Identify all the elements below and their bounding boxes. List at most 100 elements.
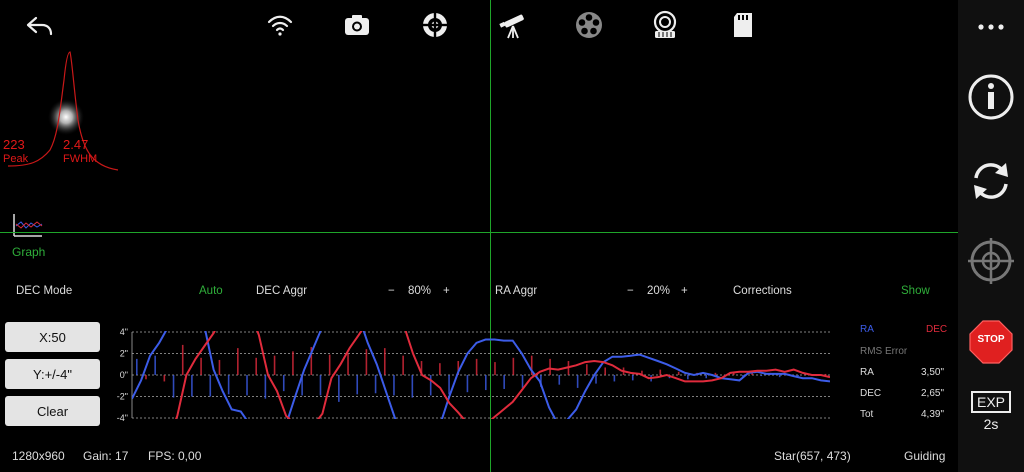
correction-bar	[154, 355, 156, 375]
correction-bar	[576, 375, 579, 388]
resolution-text: 1280x960	[12, 449, 65, 463]
peak-label: Peak	[3, 153, 29, 165]
status-bar: 1280x960 Gain: 17 FPS: 0,00 Star(657, 47…	[0, 446, 958, 468]
correction-bar	[466, 375, 469, 393]
fwhm-value: 2.47	[63, 137, 89, 152]
guide-graph-svg: 4" 2" 0" -2" -4"	[117, 327, 830, 423]
graph-y-tick: -2"	[117, 392, 128, 402]
guider-button[interactable]	[418, 8, 452, 42]
dec-aggr-increase-button[interactable]: +	[443, 285, 450, 297]
dec-mode-value[interactable]: Auto	[199, 285, 223, 297]
fps-text: FPS: 0,00	[148, 449, 202, 463]
correction-bar	[824, 373, 827, 375]
filter-wheel-icon	[576, 12, 602, 38]
graph-y-tick: -4"	[117, 413, 128, 423]
correction-bar	[512, 357, 515, 375]
correction-bar	[475, 358, 478, 375]
correction-bar	[494, 362, 496, 375]
graph-y-tick: 2"	[120, 349, 128, 359]
stop-label: STOP	[977, 334, 1005, 345]
correction-bar	[558, 375, 561, 385]
correction-bar	[549, 358, 551, 375]
correction-bar	[677, 371, 680, 375]
ra-legend: RA	[860, 324, 874, 335]
camera-button[interactable]	[340, 8, 374, 42]
gain-text: Gain: 17	[83, 449, 129, 463]
stop-button[interactable]: STOP	[966, 318, 1016, 366]
graph-y-tick: 0"	[120, 370, 128, 380]
back-button[interactable]	[22, 8, 56, 42]
loop-button[interactable]	[966, 156, 1016, 206]
rms-dec-value: 2,65"	[921, 388, 945, 399]
correction-bar	[659, 369, 662, 375]
info-button[interactable]	[966, 72, 1016, 122]
correction-bar	[328, 354, 331, 375]
ra-aggr-label: RA Aggr	[495, 285, 538, 297]
wifi-icon	[267, 15, 293, 36]
graph-icon	[13, 214, 43, 237]
correction-bar	[338, 375, 340, 402]
crosshair-target-icon	[968, 238, 1014, 284]
mount-button[interactable]	[496, 8, 530, 42]
ra-aggr-increase-button[interactable]: +	[681, 285, 688, 297]
dec-aggr-decrease-button[interactable]: −	[388, 285, 395, 297]
fwhm-label: FWHM	[63, 153, 98, 165]
refresh-icon	[974, 163, 1008, 199]
correction-bar	[237, 348, 239, 375]
correction-bar	[485, 375, 487, 391]
correction-bar	[191, 375, 193, 397]
correction-bar	[273, 355, 276, 375]
rms-dec-label: DEC	[860, 388, 882, 399]
correction-bar	[319, 375, 322, 396]
focuser-icon	[653, 10, 677, 38]
more-menu-button[interactable]	[966, 14, 1016, 40]
telescope-icon	[499, 14, 524, 39]
ra-aggr-decrease-button[interactable]: −	[627, 285, 634, 297]
correction-bar	[200, 357, 202, 375]
y-scale-button[interactable]: Y:+/-4"	[5, 359, 100, 389]
correction-bar	[227, 375, 230, 395]
rms-ra-label: RA	[860, 367, 874, 378]
x-scale-button[interactable]: X:50	[5, 322, 100, 352]
correction-bar	[365, 349, 368, 375]
exposure-value: 2s	[983, 415, 999, 432]
correction-bar	[613, 375, 616, 382]
dec-mode-label: DEC Mode	[16, 285, 73, 297]
correction-bar	[411, 375, 414, 398]
rms-stats-panel: RA DEC RMS Error RA 3,50" DEC 2,65" Tot …	[855, 322, 955, 426]
guide-settings-row: DEC Mode Auto DEC Aggr − 80% + RA Aggr −…	[0, 280, 958, 304]
correction-bar	[439, 363, 441, 375]
right-sidebar: STOP EXP 2s	[958, 0, 1024, 472]
corrections-toggle[interactable]: Show	[901, 285, 930, 297]
filter-wheel-button[interactable]	[572, 8, 606, 42]
focuser-button[interactable]	[648, 8, 682, 42]
correction-bar	[595, 375, 597, 384]
sd-card-button[interactable]	[726, 8, 760, 42]
connection-button[interactable]	[263, 8, 297, 42]
star-profile-panel: 223 Peak 2.47 FWHM	[0, 50, 120, 175]
correction-bar	[521, 375, 524, 388]
clear-button[interactable]: Clear	[5, 396, 100, 426]
correction-bar	[586, 364, 588, 375]
sd-card-icon	[734, 13, 752, 37]
top-toolbar	[0, 0, 960, 54]
correction-bar	[714, 372, 717, 375]
ra-aggr-value: 20%	[647, 285, 671, 297]
correction-bar	[172, 375, 175, 398]
correction-bar	[687, 375, 689, 380]
star-image	[48, 99, 84, 135]
guide-target-button[interactable]	[966, 236, 1016, 286]
peak-value: 223	[3, 137, 25, 152]
correction-bar	[631, 375, 634, 381]
correction-bar	[356, 375, 359, 395]
graph-y-tick: 4"	[120, 327, 128, 337]
correction-bar	[136, 358, 138, 375]
back-arrow-icon	[26, 16, 53, 36]
correction-bar	[383, 348, 386, 375]
rms-ra-value: 3,50"	[921, 367, 945, 378]
crosshair-horizontal	[0, 232, 958, 233]
exposure-button[interactable]: EXP 2s	[966, 390, 1016, 432]
correction-bar	[778, 375, 781, 378]
correction-bar	[209, 375, 212, 397]
correction-bar	[604, 367, 606, 375]
